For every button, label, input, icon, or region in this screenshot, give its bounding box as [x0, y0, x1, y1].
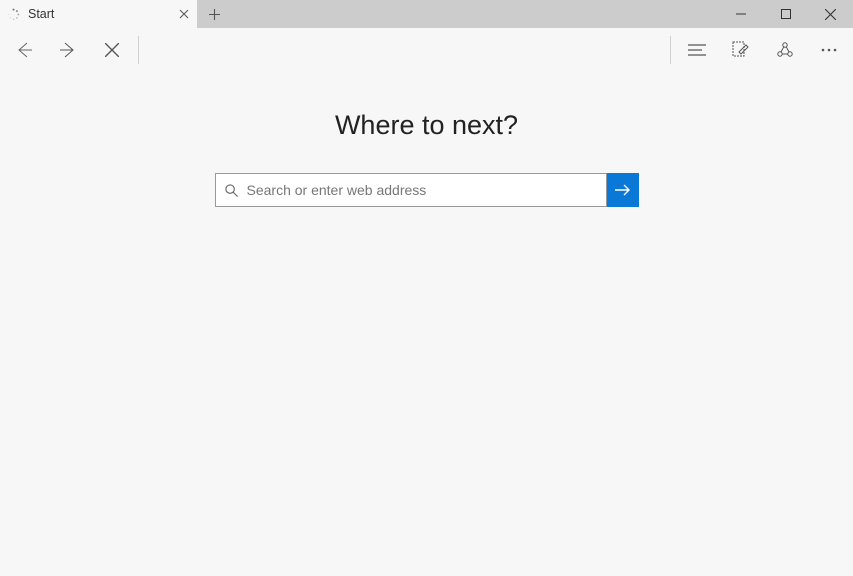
more-button[interactable]: [807, 28, 851, 72]
toolbar-separator: [138, 36, 139, 64]
search-icon: [224, 183, 239, 198]
tab-close-button[interactable]: [171, 0, 197, 28]
search-box[interactable]: [215, 173, 607, 207]
titlebar-drag-area: [231, 0, 718, 28]
loading-spinner-icon: [6, 7, 20, 21]
go-button[interactable]: [607, 173, 639, 207]
maximize-button[interactable]: [763, 0, 808, 28]
stop-button[interactable]: [90, 28, 134, 72]
toolbar-separator: [670, 36, 671, 64]
nav-toolbar: [0, 28, 853, 72]
forward-button[interactable]: [46, 28, 90, 72]
tab-title: Start: [28, 7, 171, 21]
page-heading: Where to next?: [335, 110, 518, 141]
hub-button[interactable]: [675, 28, 719, 72]
window-controls: [718, 0, 853, 28]
search-form: [215, 173, 639, 207]
close-window-button[interactable]: [808, 0, 853, 28]
minimize-button[interactable]: [718, 0, 763, 28]
titlebar: Start: [0, 0, 853, 28]
new-tab-button[interactable]: [197, 0, 231, 28]
tab-start[interactable]: Start: [0, 0, 197, 28]
web-note-button[interactable]: [719, 28, 763, 72]
back-button[interactable]: [2, 28, 46, 72]
search-input[interactable]: [247, 182, 598, 198]
share-button[interactable]: [763, 28, 807, 72]
start-page: Where to next?: [0, 72, 853, 576]
